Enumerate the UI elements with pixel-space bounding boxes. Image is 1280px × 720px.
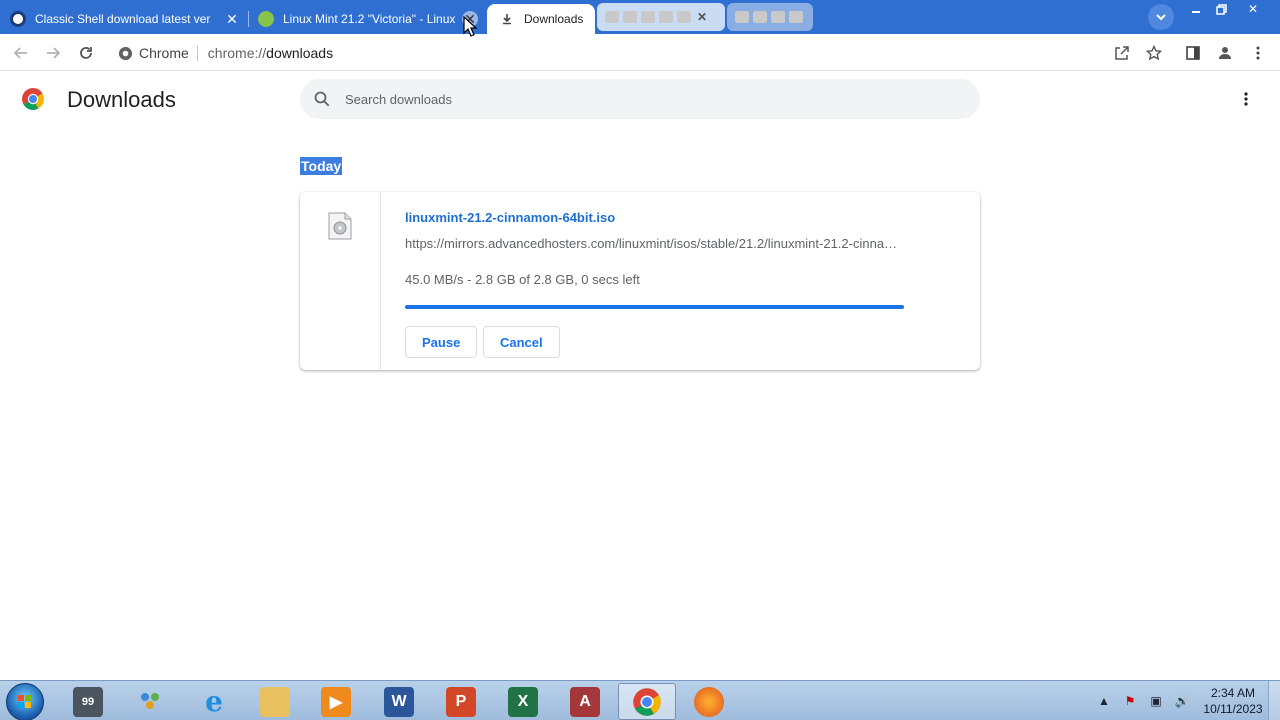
firefox-icon [694,686,724,717]
file-explorer-icon [260,686,290,717]
source-url-link[interactable]: https://mirrors.advancedhosters.com/linu… [405,236,905,251]
close-icon: ✕ [1247,2,1259,16]
forward-button[interactable] [40,40,66,66]
more-vert-icon [1256,46,1260,60]
pause-button[interactable]: Pause [405,326,478,358]
tab-title: Classic Shell download latest vers [35,12,211,26]
taskbar-powerpoint[interactable]: P [433,683,489,720]
total-commander-icon: 99 [73,686,103,717]
address-bar[interactable]: Chrome chrome://downloads [108,38,1178,68]
taskbar-firefox[interactable] [681,683,737,720]
browser-toolbar: Chrome chrome://downloads [0,34,1280,71]
reload-button[interactable] [73,40,99,66]
tab-strip: Classic Shell download latest vers ✕ Lin… [0,0,1280,34]
progress-fill [405,305,904,309]
start-button[interactable] [6,683,44,720]
download-item-card: linuxmint-21.2-cinnamon-64bit.iso https:… [300,192,980,370]
chevron-down-icon [1156,14,1166,21]
profile-button[interactable] [1212,40,1238,66]
taskbar-word[interactable]: W [371,683,427,720]
action-center-flag-icon[interactable]: ⚑ [1120,693,1140,709]
person-icon [1219,47,1231,59]
show-hidden-icons-button[interactable]: ▲ [1094,693,1114,709]
taskbar-chrome[interactable] [618,683,676,720]
taskbar-internet-explorer[interactable]: e [186,683,242,720]
windows-logo-icon [18,695,31,708]
minimize-icon [1192,11,1200,13]
taskbar-excel[interactable]: X [495,683,551,720]
chrome-logo-icon [22,88,44,110]
media-player-icon: ▶ [321,686,351,717]
file-name-link[interactable]: linuxmint-21.2-cinnamon-64bit.iso [405,210,615,225]
side-panel-icon [1186,46,1200,60]
back-button[interactable] [8,40,34,66]
tab-search-button[interactable] [1148,4,1174,30]
search-icon [314,91,330,107]
downloads-menu-button[interactable] [1234,87,1258,111]
share-button[interactable] [1109,40,1135,66]
taskbar-people[interactable] [122,683,178,720]
close-icon: ✕ [697,10,708,24]
access-icon: A [570,686,600,717]
chrome-icon [633,687,661,716]
dragged-tab-preview: ✕ [597,3,725,31]
taskbar-access[interactable]: A [557,683,613,720]
side-panel-button[interactable] [1180,40,1206,66]
reload-icon [80,47,92,59]
arrow-left-icon [13,47,27,59]
disc-image-file-icon [328,212,352,240]
show-desktop-button[interactable] [1268,681,1280,720]
download-icon [499,11,515,27]
more-vert-icon [1244,92,1248,106]
people-icon [135,687,165,717]
download-status-text: 45.0 MB/s - 2.8 GB of 2.8 GB, 0 secs lef… [405,272,640,287]
restore-button[interactable] [1208,0,1234,18]
arrow-right-icon [47,47,61,59]
mouse-cursor-icon [463,16,477,37]
site-chip-label: Chrome [139,45,189,61]
tab-linux-mint[interactable]: Linux Mint 21.2 "Victoria" - Linux ✕ [258,4,486,34]
file-icon-column [300,192,381,370]
cancel-button[interactable]: Cancel [483,326,560,358]
url-text: chrome://downloads [207,45,334,61]
date-section-heading: Today [300,157,343,175]
powerpoint-icon: P [446,686,476,717]
excel-icon: X [508,686,538,717]
windows-taskbar: 99 e ▶ W P X A ▲ ⚑ ▣ 🔊 2:34 AM 10/11/202… [0,680,1280,720]
share-icon [1115,46,1129,60]
volume-icon[interactable]: 🔊 [1172,693,1192,709]
site-info-chip[interactable]: Chrome [108,45,198,61]
taskbar-media-player[interactable]: ▶ [308,683,364,720]
clock-time: 2:34 AM [1210,686,1256,700]
downloads-header: Downloads [0,71,1280,127]
system-clock[interactable]: 2:34 AM 10/11/2023 [1198,685,1268,717]
taskbar-file-explorer[interactable] [247,683,303,720]
download-progress-bar [405,305,904,309]
linux-mint-icon [258,11,274,27]
taskbar-total-commander[interactable]: 99 [60,683,116,720]
tab-separator [248,11,249,27]
chrome-icon [118,46,133,60]
dragged-tab-preview [727,3,813,31]
network-icon[interactable]: ▣ [1146,693,1166,709]
star-icon [1146,45,1162,61]
bookmark-button[interactable] [1141,40,1167,66]
minimize-button[interactable] [1183,0,1209,18]
clock-date: 10/11/2023 [1203,702,1263,716]
tab-downloads[interactable]: Downloads [487,4,595,34]
search-downloads-box[interactable] [300,79,980,119]
chrome-menu-button[interactable] [1245,40,1271,66]
system-tray: ▲ ⚑ ▣ 🔊 2:34 AM 10/11/2023 [1094,681,1280,720]
classic-shell-icon [10,11,26,27]
tab-title: Downloads [524,12,584,26]
close-icon[interactable]: ✕ [224,11,240,27]
close-window-button[interactable]: ✕ [1240,0,1266,18]
word-icon: W [384,686,414,717]
tab-classic-shell[interactable]: Classic Shell download latest vers ✕ [10,4,250,34]
tab-title: Linux Mint 21.2 "Victoria" - Linux [283,12,455,26]
restore-icon [1215,3,1227,15]
search-input[interactable] [345,91,945,107]
page-title: Downloads [67,87,176,112]
internet-explorer-icon: e [205,685,223,718]
